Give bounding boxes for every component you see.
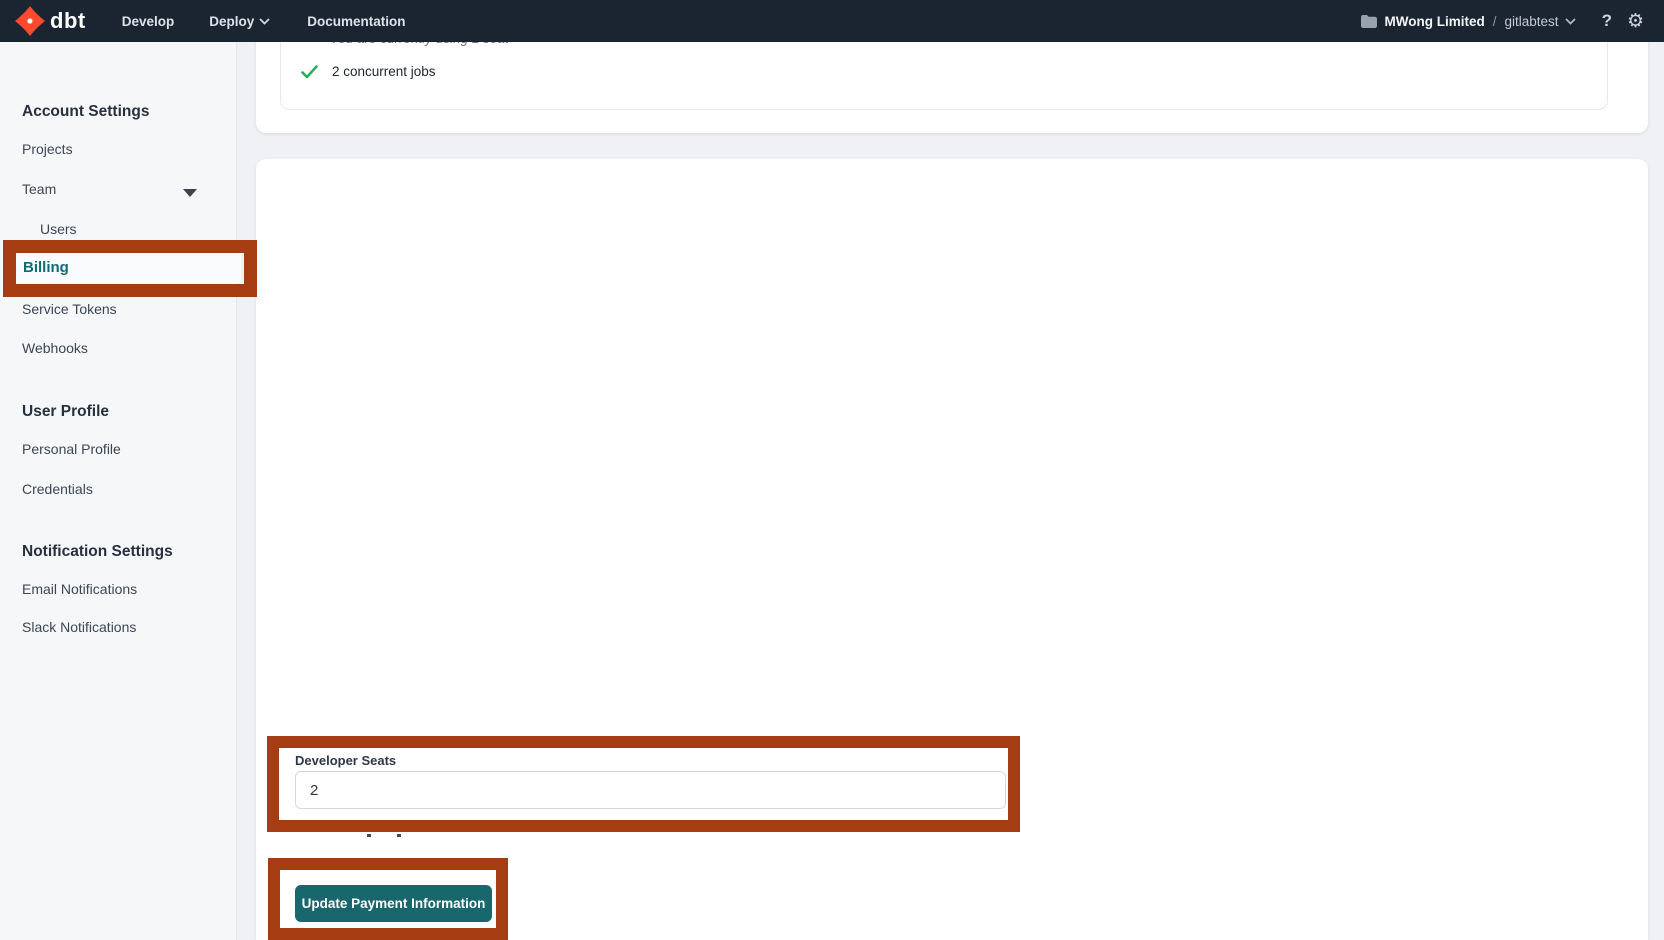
clipped-text-remnant (367, 834, 371, 837)
dbt-logo[interactable]: dbt (15, 6, 86, 36)
clipped-text-remnant (397, 834, 401, 837)
sidebar-item-slack-notifications[interactable]: Slack Notifications (22, 619, 136, 635)
plan-feature-label: 2 concurrent jobs (332, 64, 436, 79)
check-icon (301, 65, 318, 79)
nav-item-develop[interactable]: Develop (122, 14, 175, 29)
chevron-down-icon (259, 18, 270, 25)
app-window: dbt Develop Deploy Documentation MWong L… (0, 0, 1664, 940)
nav-item-deploy[interactable]: Deploy (209, 14, 270, 29)
sidebar-item-email-notifications[interactable]: Email Notifications (22, 581, 137, 597)
brand-name: dbt (50, 8, 86, 34)
sidebar-item-service-tokens[interactable]: Service Tokens (22, 301, 117, 317)
sidebar-heading-user-profile: User Profile (22, 403, 109, 421)
sidebar-item-credentials[interactable]: Credentials (22, 481, 93, 497)
nav-item-documentation[interactable]: Documentation (307, 14, 405, 29)
chevron-down-icon (1565, 18, 1576, 25)
settings-sidebar: Account Settings Projects Team Users Bil… (0, 42, 237, 940)
sidebar-heading-account-settings: Account Settings (22, 103, 149, 121)
update-payment-button[interactable]: Update Payment Information (295, 885, 492, 922)
developer-seats-input[interactable] (295, 771, 1006, 809)
account-org-name[interactable]: MWong Limited (1385, 14, 1485, 29)
chevron-down-icon[interactable] (183, 189, 197, 197)
folder-icon (1361, 15, 1377, 28)
sidebar-item-billing[interactable]: Billing (15, 252, 241, 283)
dbt-logo-icon (15, 6, 45, 36)
sidebar-item-users[interactable]: Users (40, 221, 77, 237)
sidebar-item-webhooks[interactable]: Webhooks (22, 340, 88, 356)
payment-details-card (256, 159, 1648, 940)
project-switcher[interactable]: gitlabtest (1505, 14, 1576, 29)
developer-seats-label: Developer Seats (295, 753, 396, 768)
plan-feature-row: 2 concurrent jobs (301, 64, 436, 79)
sidebar-item-team[interactable]: Team (22, 181, 56, 197)
breadcrumb-separator: / (1493, 14, 1497, 29)
sidebar-item-personal-profile[interactable]: Personal Profile (22, 441, 121, 457)
help-icon[interactable]: ? (1602, 11, 1612, 31)
sidebar-item-projects[interactable]: Projects (22, 141, 73, 157)
sidebar-heading-notification-settings: Notification Settings (22, 543, 173, 561)
gear-icon[interactable]: ⚙ (1627, 12, 1644, 31)
top-navbar: dbt Develop Deploy Documentation MWong L… (0, 0, 1664, 42)
